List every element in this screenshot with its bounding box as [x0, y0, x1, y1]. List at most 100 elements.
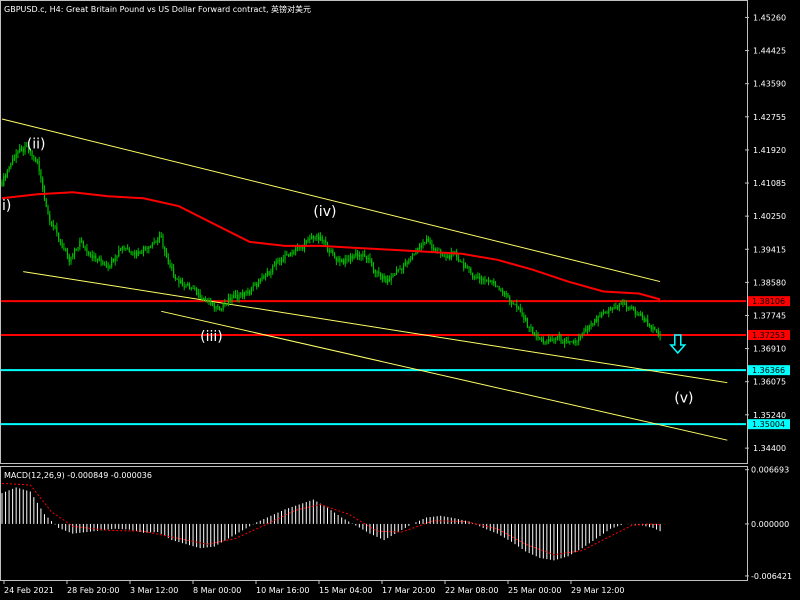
candle-body — [556, 336, 559, 339]
candle-body — [565, 339, 567, 342]
candle-body — [429, 240, 431, 244]
candle-body — [319, 236, 322, 240]
macd-pane-frame — [0, 466, 748, 581]
level-price-label: 1.36366 — [752, 366, 785, 375]
candle-body — [638, 314, 640, 316]
candle-body — [197, 293, 199, 295]
candle-body — [77, 247, 79, 249]
candle-body — [372, 266, 375, 270]
candle-body — [263, 276, 265, 278]
candle-body — [549, 339, 552, 342]
candle-body — [204, 298, 207, 301]
time-axis[interactable]: 24 Feb 2021 28 Feb 20:00 3 Mar 12:00 8 Mar … — [3, 580, 624, 595]
candle-body — [486, 279, 488, 281]
candle-body — [6, 170, 8, 178]
candle-body — [273, 265, 276, 267]
candle-body — [264, 275, 267, 277]
candle-body — [362, 254, 364, 257]
candle-body — [252, 285, 254, 288]
candle-body — [226, 303, 228, 305]
candle-body — [351, 255, 353, 259]
candle-body — [307, 239, 309, 241]
candle-body — [157, 240, 159, 242]
candle-body — [533, 333, 536, 336]
candle-body — [24, 146, 26, 153]
level-price-label: 1.37253 — [752, 331, 785, 340]
candle-body — [448, 255, 451, 259]
candle-body — [10, 163, 12, 168]
trend-line[interactable] — [23, 271, 728, 384]
candle-body — [365, 256, 368, 260]
candle-body — [127, 248, 129, 250]
candle-body — [558, 335, 560, 337]
price-pane[interactable]: i) (ii) (iii) (iv) (v) — [1, 118, 746, 441]
price-tick-label: 1.35240 — [753, 411, 786, 420]
candle-body — [625, 303, 628, 308]
candle-body — [82, 242, 84, 248]
candle-body — [479, 277, 481, 279]
time-tick-label: 25 Mar 00:00 — [508, 586, 561, 595]
wave-label: (ii) — [27, 137, 46, 153]
wave-label: i) — [2, 198, 11, 214]
price-tick-label: 1.36910 — [753, 345, 786, 354]
chart-title: GBPUSD.c, H4: Great Britain Pound vs US … — [4, 4, 311, 14]
candle-body — [349, 255, 352, 261]
candle-body — [217, 306, 219, 308]
candle-body — [392, 275, 394, 277]
candle-body — [418, 247, 421, 249]
candle-body — [634, 309, 636, 314]
candle-body — [632, 306, 635, 310]
candle-body — [296, 247, 299, 249]
candle-body — [266, 271, 268, 276]
candle-body — [84, 247, 86, 249]
price-tick-label: 1.41920 — [753, 146, 786, 155]
macd-tick-label: 0.006693 — [751, 466, 789, 475]
candle-body — [194, 288, 196, 290]
candle-body — [355, 253, 357, 256]
candle-body — [245, 291, 247, 293]
candle-body — [445, 256, 447, 259]
candle-body — [379, 273, 382, 276]
candle-body — [436, 249, 438, 251]
candle-body — [104, 264, 106, 266]
candle-body — [563, 339, 566, 344]
candle-body — [176, 278, 178, 280]
candle-body — [523, 315, 525, 320]
candle-body — [172, 268, 175, 276]
candle-body — [102, 261, 104, 265]
candle-body — [153, 242, 155, 244]
candle-body — [410, 258, 412, 260]
candle-body — [457, 257, 460, 261]
candle-body — [636, 313, 638, 315]
candle-body — [139, 251, 141, 254]
candle-body — [397, 269, 399, 271]
candle-body — [95, 255, 97, 259]
candle-body — [19, 148, 21, 152]
candle-body — [79, 240, 81, 248]
candle-body — [105, 264, 107, 267]
level-price-label: 1.38106 — [752, 297, 785, 306]
candle-body — [494, 283, 497, 287]
candle-body — [332, 249, 334, 254]
candle-body — [454, 251, 456, 253]
candle-body — [622, 302, 624, 305]
candle-body — [167, 257, 169, 264]
candle-body — [146, 248, 148, 250]
candle-body — [617, 307, 619, 309]
candle-body — [141, 252, 143, 254]
macd-pane[interactable] — [1, 482, 661, 561]
candle-body — [532, 326, 534, 334]
candle-body — [86, 247, 88, 253]
candle-body — [395, 270, 398, 275]
candle-body — [604, 311, 606, 313]
price-tick-label: 1.42755 — [753, 113, 786, 122]
candle-body — [215, 306, 217, 309]
candle-body — [461, 261, 463, 263]
trend-line[interactable] — [161, 310, 728, 441]
candle-body — [594, 319, 596, 326]
candle-body — [286, 254, 288, 256]
price-axis[interactable]: 1.45260 1.44425 1.43590 1.42755 1.41920 1.410… — [745, 13, 792, 581]
price-tick-label: 1.38580 — [753, 278, 786, 287]
candle-body — [525, 318, 527, 320]
candle-body — [270, 272, 272, 275]
